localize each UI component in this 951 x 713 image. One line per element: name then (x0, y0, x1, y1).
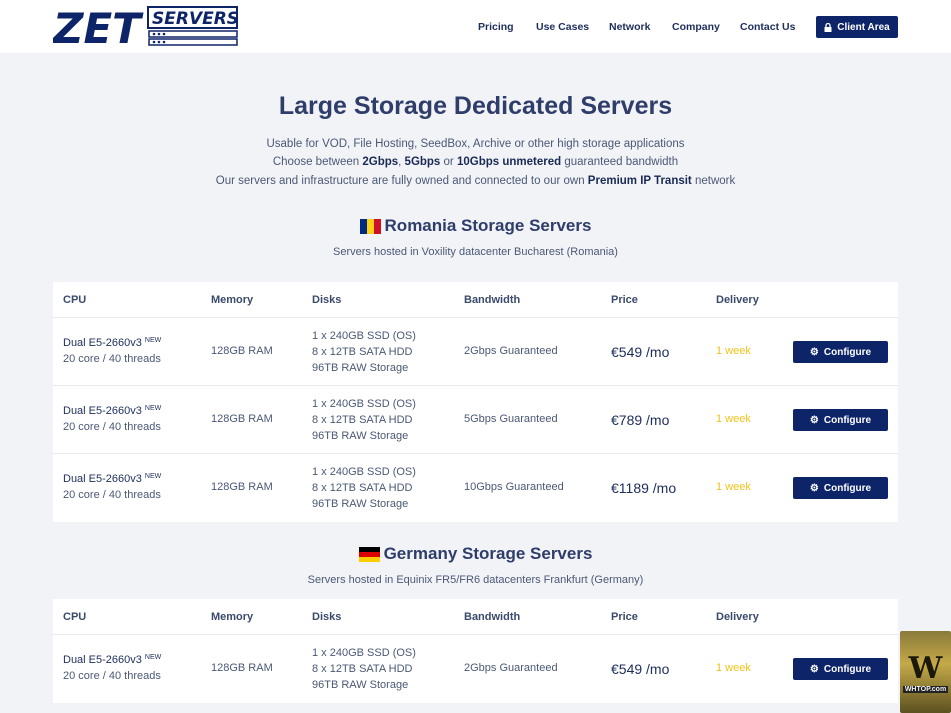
new-badge: NEW (144, 337, 162, 344)
delivery-cell: 1 week (716, 481, 751, 493)
section-subtitle-romania: Servers hosted in Voxility datacenter Bu… (333, 246, 618, 258)
bandwidth-cell: 5Gbps Guaranteed (464, 413, 558, 425)
table-header: CPU Memory Disks Bandwidth Price Deliver… (53, 282, 898, 318)
gear-icon: ⚙ (809, 482, 819, 494)
memory-cell: 128GB RAM (211, 481, 273, 493)
nav-menu: Pricing Use Cases Network Company Contac… (0, 0, 951, 53)
header-disks: Disks (312, 294, 342, 306)
gear-icon: ⚙ (809, 663, 819, 675)
price-cell: €549 /mo (611, 344, 670, 360)
germany-flag-icon (358, 546, 380, 562)
table-row: Dual E5-2660v3 NEW 20 core / 40 threads 12… (53, 386, 898, 454)
lock-icon (824, 22, 832, 32)
nav-network[interactable]: Network (609, 21, 650, 33)
whtop-watermark: W WHTOP.com (900, 631, 951, 713)
nav-pricing[interactable]: Pricing (478, 21, 514, 33)
header-delivery: Delivery (716, 294, 759, 306)
header-bandwidth: Bandwidth (464, 611, 521, 623)
new-badge: NEW (144, 473, 162, 480)
delivery-cell: 1 week (716, 413, 751, 425)
page-title: Large Storage Dedicated Servers (278, 92, 673, 120)
new-badge: NEW (144, 654, 162, 661)
disks-cell: 1 x 240GB SSD (OS) 8 x 12TB SATA HDD 96TB … (312, 466, 416, 510)
nav-use-cases[interactable]: Use Cases (536, 21, 589, 33)
price-cell: €1189 /mo (611, 480, 677, 496)
section-title-romania: Romania Storage Servers (0, 216, 951, 236)
table-row: Dual E5-2660v3 NEW 20 core / 40 threads 12… (53, 635, 898, 703)
hero-line-3: Our servers and infrastructure are fully… (215, 175, 736, 187)
romania-flag-icon (359, 218, 381, 234)
gear-icon: ⚙ (809, 414, 819, 426)
disks-cell: 1 x 240GB SSD (OS) 8 x 12TB SATA HDD 96TB … (312, 398, 416, 442)
configure-button[interactable]: ⚙ Configure (793, 658, 888, 680)
romania-server-table: CPU Memory Disks Bandwidth Price Deliver… (53, 282, 898, 522)
nav-contact-us[interactable]: Contact Us (740, 21, 795, 33)
cpu-cell: Dual E5-2660v3 NEW 20 core / 40 threads (63, 473, 162, 501)
germany-server-table: CPU Memory Disks Bandwidth Price Deliver… (53, 599, 898, 703)
delivery-cell: 1 week (716, 662, 751, 674)
new-badge: NEW (144, 405, 162, 412)
configure-button[interactable]: ⚙ Configure (793, 477, 888, 499)
memory-cell: 128GB RAM (211, 662, 273, 674)
cpu-cell: Dual E5-2660v3 NEW 20 core / 40 threads (63, 337, 162, 365)
disks-cell: 1 x 240GB SSD (OS) 8 x 12TB SATA HDD 96TB … (312, 647, 416, 691)
table-row: Dual E5-2660v3 NEW 20 core / 40 threads 12… (53, 454, 898, 522)
client-area-button[interactable]: Client Area (816, 16, 898, 38)
configure-button[interactable]: ⚙ Configure (793, 341, 888, 363)
navbar: ZET SERVERS Pricing Use Cases Network Co… (0, 0, 951, 53)
table-row: Dual E5-2660v3 NEW 20 core / 40 threads 12… (53, 318, 898, 386)
nav-company[interactable]: Company (672, 21, 720, 33)
gear-icon: ⚙ (809, 346, 819, 358)
disks-cell: 1 x 240GB SSD (OS) 8 x 12TB SATA HDD 96TB … (312, 330, 416, 374)
hero-line-2: Choose between 2Gbps, 5Gbps or 10Gbps un… (272, 156, 679, 168)
header-disks: Disks (312, 611, 342, 623)
memory-cell: 128GB RAM (211, 413, 273, 425)
header-bandwidth: Bandwidth (464, 294, 521, 306)
section-subtitle-germany: Servers hosted in Equinix FR5/FR6 datace… (307, 574, 644, 586)
table-header: CPU Memory Disks Bandwidth Price Deliver… (53, 599, 898, 635)
client-area-label: Client Area (837, 21, 890, 33)
header-cpu: CPU (63, 611, 87, 623)
header-price: Price (611, 611, 638, 623)
bandwidth-cell: 2Gbps Guaranteed (464, 662, 558, 674)
section-title-germany: Germany Storage Servers (0, 544, 951, 564)
header-memory: Memory (211, 294, 254, 306)
configure-button[interactable]: ⚙ Configure (793, 409, 888, 431)
header-memory: Memory (211, 611, 254, 623)
hero-line-1: Usable for VOD, File Hosting, SeedBox, A… (266, 138, 685, 150)
price-cell: €789 /mo (611, 412, 670, 428)
watermark-text: WHTOP.com (902, 686, 949, 693)
bandwidth-cell: 10Gbps Guaranteed (464, 481, 564, 493)
header-delivery: Delivery (716, 611, 759, 623)
memory-cell: 128GB RAM (211, 345, 273, 357)
cpu-cell: Dual E5-2660v3 NEW 20 core / 40 threads (63, 405, 162, 433)
header-cpu: CPU (63, 294, 87, 306)
watermark-mark: W (908, 651, 943, 686)
price-cell: €549 /mo (611, 661, 670, 677)
delivery-cell: 1 week (716, 345, 751, 357)
header-price: Price (611, 294, 638, 306)
cpu-cell: Dual E5-2660v3 NEW 20 core / 40 threads (63, 654, 162, 682)
bandwidth-cell: 2Gbps Guaranteed (464, 345, 558, 357)
